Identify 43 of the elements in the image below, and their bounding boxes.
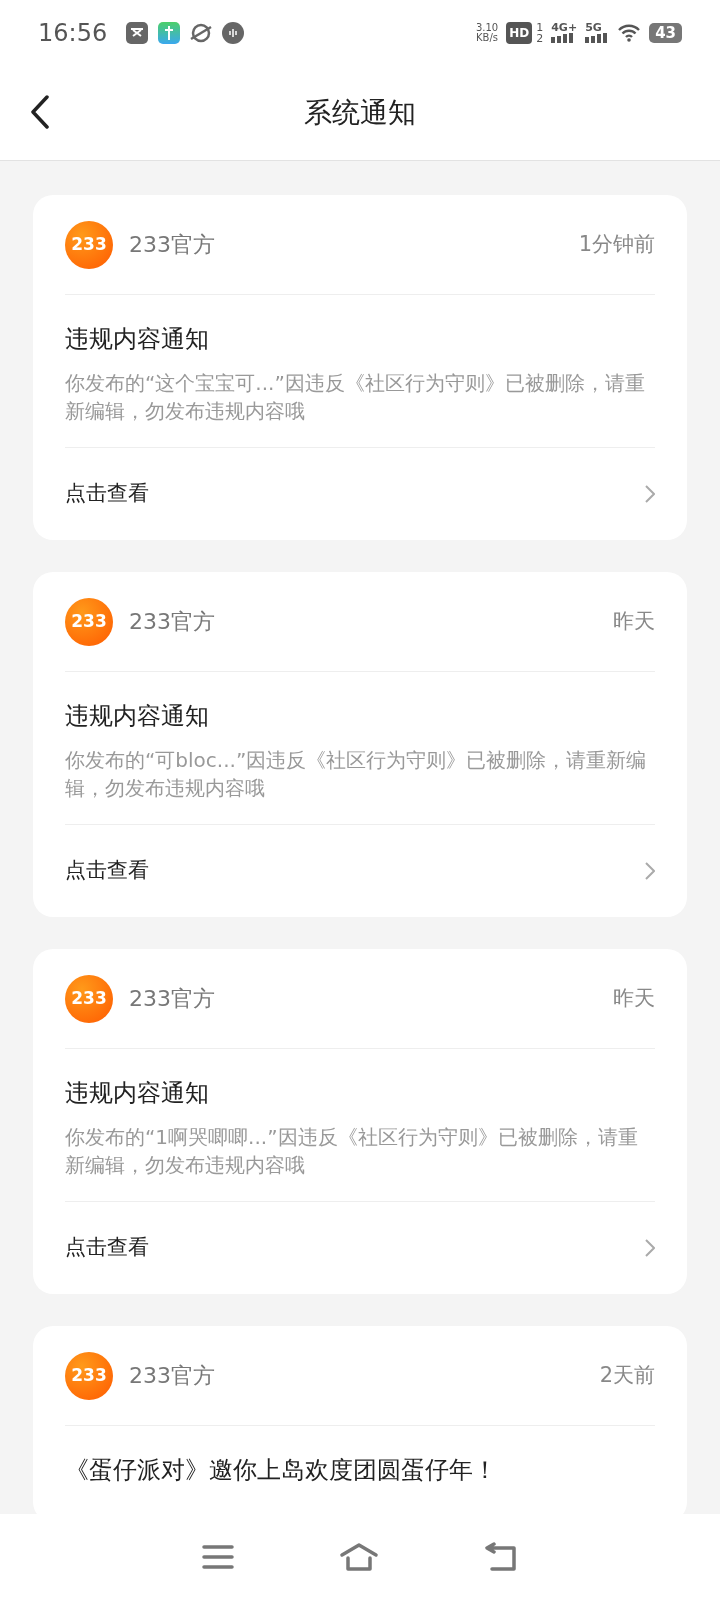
chevron-right-icon [645,1239,655,1257]
app-icon [157,20,182,45]
timestamp: 2天前 [599,1361,655,1389]
notification-title: 《蛋仔派对》邀你上岛欢度团圆蛋仔年！ [65,1455,498,1486]
network-type-text: 4G+ [551,22,578,33]
sender-name: 233官方 [129,1362,215,1390]
wifi-icon [617,23,642,42]
network-type-text: 5G [585,22,602,33]
chevron-right-icon [645,862,655,880]
timestamp: 1分钟前 [578,230,655,258]
notification-body: 你发布的“这个宝宝可...”因违反《社区行为守则》已被删除，请重新编辑，勿发布违规内容哦 [65,370,646,425]
home-button[interactable] [339,1542,379,1572]
chevron-right-icon [645,485,655,503]
timestamp: 昨天 [613,984,655,1012]
notification-body: 你发布的“可bloc...”因违反《社区行为守则》已被删除，请重新编辑，勿发布违规内容哦 [65,747,648,802]
sender-name: 233官方 [129,985,215,1013]
notification-title: 违规内容通知 [65,324,210,355]
view-details-link[interactable]: 点击查看 [65,448,655,540]
hd-badge: HD [506,21,533,44]
clock-text: 16:56 [38,17,108,49]
sender-avatar: 233 [65,1351,113,1400]
voice-icon [221,20,246,45]
page-title: 系统通知 [304,94,416,131]
signal-icon [551,33,576,43]
menu-button[interactable] [202,1544,235,1570]
notification-title: 违规内容通知 [65,1078,210,1109]
notification-body: 你发布的“1啊哭唧唧...”因违反《社区行为守则》已被删除，请重新编辑，勿发布违规内容哦 [65,1124,639,1179]
back-nav-button[interactable] [483,1542,518,1572]
notification-title: 违规内容通知 [65,701,210,732]
signal-icon [585,33,610,43]
back-button[interactable] [30,95,50,129]
sender-avatar: 233 [65,597,113,646]
view-details-link[interactable]: 点击查看 [65,825,655,917]
sender-name: 233官方 [129,608,215,636]
sender-name: 233官方 [129,231,215,259]
network-speed-text: 3.10 KB/s [475,22,499,43]
sender-avatar: 233 [65,974,113,1023]
battery-indicator: 43 [649,22,682,43]
sim-slot-text: 1 2 [536,21,544,44]
view-details-link[interactable]: 点击查看 [65,1202,655,1294]
sender-avatar: 233 [65,220,113,269]
timestamp: 昨天 [613,607,655,635]
screenshot-icon [125,20,150,45]
